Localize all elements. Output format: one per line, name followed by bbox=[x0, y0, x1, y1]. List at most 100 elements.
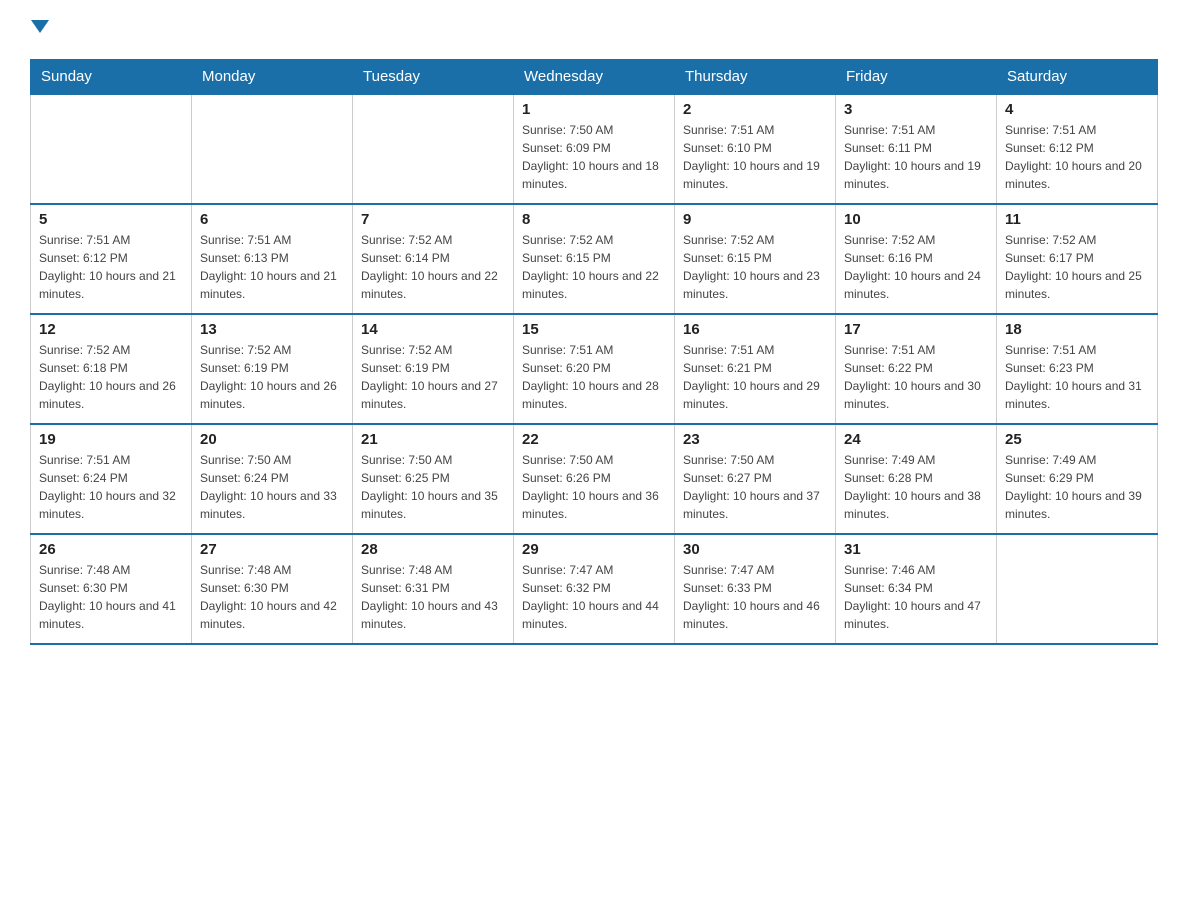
calendar-cell: 10 Sunrise: 7:52 AMSunset: 6:16 PMDayligh… bbox=[836, 204, 997, 314]
calendar-week-row: 12 Sunrise: 7:52 AMSunset: 6:18 PMDayligh… bbox=[31, 314, 1158, 424]
day-info: Sunrise: 7:51 AMSunset: 6:23 PMDaylight:… bbox=[1005, 341, 1149, 413]
day-info: Sunrise: 7:50 AMSunset: 6:09 PMDaylight:… bbox=[522, 121, 666, 193]
day-info: Sunrise: 7:48 AMSunset: 6:30 PMDaylight:… bbox=[39, 561, 183, 633]
day-number: 6 bbox=[200, 211, 344, 228]
day-info: Sunrise: 7:47 AMSunset: 6:33 PMDaylight:… bbox=[683, 561, 827, 633]
day-info: Sunrise: 7:51 AMSunset: 6:24 PMDaylight:… bbox=[39, 451, 183, 523]
column-header-sunday: Sunday bbox=[31, 60, 192, 95]
calendar-cell bbox=[31, 94, 192, 204]
day-number: 19 bbox=[39, 431, 183, 448]
day-number: 13 bbox=[200, 321, 344, 338]
calendar-cell: 16 Sunrise: 7:51 AMSunset: 6:21 PMDayligh… bbox=[675, 314, 836, 424]
calendar-cell: 4 Sunrise: 7:51 AMSunset: 6:12 PMDaylight… bbox=[997, 94, 1158, 204]
day-number: 9 bbox=[683, 211, 827, 228]
calendar-cell: 25 Sunrise: 7:49 AMSunset: 6:29 PMDayligh… bbox=[997, 424, 1158, 534]
calendar-cell: 21 Sunrise: 7:50 AMSunset: 6:25 PMDayligh… bbox=[353, 424, 514, 534]
day-number: 23 bbox=[683, 431, 827, 448]
day-number: 16 bbox=[683, 321, 827, 338]
calendar-cell: 27 Sunrise: 7:48 AMSunset: 6:30 PMDayligh… bbox=[192, 534, 353, 644]
calendar-cell: 1Sunrise: 7:50 AMSunset: 6:09 PMDaylight… bbox=[514, 94, 675, 204]
day-number: 29 bbox=[522, 541, 666, 558]
calendar-cell bbox=[192, 94, 353, 204]
column-header-tuesday: Tuesday bbox=[353, 60, 514, 95]
day-info: Sunrise: 7:51 AMSunset: 6:21 PMDaylight:… bbox=[683, 341, 827, 413]
column-header-wednesday: Wednesday bbox=[514, 60, 675, 95]
calendar-week-row: 26 Sunrise: 7:48 AMSunset: 6:30 PMDayligh… bbox=[31, 534, 1158, 644]
calendar-cell: 14 Sunrise: 7:52 AMSunset: 6:19 PMDayligh… bbox=[353, 314, 514, 424]
day-info: Sunrise: 7:49 AMSunset: 6:29 PMDaylight:… bbox=[1005, 451, 1149, 523]
day-info: Sunrise: 7:52 AMSunset: 6:18 PMDaylight:… bbox=[39, 341, 183, 413]
calendar-cell: 8 Sunrise: 7:52 AMSunset: 6:15 PMDaylight… bbox=[514, 204, 675, 314]
calendar-cell: 23Sunrise: 7:50 AMSunset: 6:27 PMDayligh… bbox=[675, 424, 836, 534]
day-number: 11 bbox=[1005, 211, 1149, 228]
day-info: Sunrise: 7:51 AMSunset: 6:12 PMDaylight:… bbox=[39, 231, 183, 303]
day-number: 21 bbox=[361, 431, 505, 448]
day-number: 3 bbox=[844, 101, 988, 118]
day-info: Sunrise: 7:50 AMSunset: 6:25 PMDaylight:… bbox=[361, 451, 505, 523]
column-header-thursday: Thursday bbox=[675, 60, 836, 95]
calendar-cell bbox=[353, 94, 514, 204]
calendar-cell: 11Sunrise: 7:52 AMSunset: 6:17 PMDayligh… bbox=[997, 204, 1158, 314]
calendar-header-row: SundayMondayTuesdayWednesdayThursdayFrid… bbox=[31, 60, 1158, 95]
calendar-cell: 26 Sunrise: 7:48 AMSunset: 6:30 PMDayligh… bbox=[31, 534, 192, 644]
calendar-cell: 7 Sunrise: 7:52 AMSunset: 6:14 PMDaylight… bbox=[353, 204, 514, 314]
day-info: Sunrise: 7:52 AMSunset: 6:14 PMDaylight:… bbox=[361, 231, 505, 303]
day-info: Sunrise: 7:50 AMSunset: 6:24 PMDaylight:… bbox=[200, 451, 344, 523]
day-info: Sunrise: 7:47 AMSunset: 6:32 PMDaylight:… bbox=[522, 561, 666, 633]
calendar-cell: 15 Sunrise: 7:51 AMSunset: 6:20 PMDayligh… bbox=[514, 314, 675, 424]
column-header-saturday: Saturday bbox=[997, 60, 1158, 95]
day-info: Sunrise: 7:48 AMSunset: 6:30 PMDaylight:… bbox=[200, 561, 344, 633]
calendar-week-row: 1Sunrise: 7:50 AMSunset: 6:09 PMDaylight… bbox=[31, 94, 1158, 204]
day-info: Sunrise: 7:49 AMSunset: 6:28 PMDaylight:… bbox=[844, 451, 988, 523]
logo-triangle-icon bbox=[31, 20, 49, 33]
calendar-cell: 17Sunrise: 7:51 AMSunset: 6:22 PMDayligh… bbox=[836, 314, 997, 424]
day-info: Sunrise: 7:51 AMSunset: 6:11 PMDaylight:… bbox=[844, 121, 988, 193]
calendar-cell: 20Sunrise: 7:50 AMSunset: 6:24 PMDayligh… bbox=[192, 424, 353, 534]
day-number: 7 bbox=[361, 211, 505, 228]
day-number: 2 bbox=[683, 101, 827, 118]
calendar-cell: 5 Sunrise: 7:51 AMSunset: 6:12 PMDaylight… bbox=[31, 204, 192, 314]
day-number: 26 bbox=[39, 541, 183, 558]
page-header bbox=[30, 20, 1158, 39]
column-header-friday: Friday bbox=[836, 60, 997, 95]
day-info: Sunrise: 7:50 AMSunset: 6:26 PMDaylight:… bbox=[522, 451, 666, 523]
calendar-cell: 12 Sunrise: 7:52 AMSunset: 6:18 PMDayligh… bbox=[31, 314, 192, 424]
day-info: Sunrise: 7:51 AMSunset: 6:12 PMDaylight:… bbox=[1005, 121, 1149, 193]
day-number: 17 bbox=[844, 321, 988, 338]
day-info: Sunrise: 7:52 AMSunset: 6:15 PMDaylight:… bbox=[683, 231, 827, 303]
day-info: Sunrise: 7:52 AMSunset: 6:16 PMDaylight:… bbox=[844, 231, 988, 303]
day-info: Sunrise: 7:51 AMSunset: 6:13 PMDaylight:… bbox=[200, 231, 344, 303]
day-info: Sunrise: 7:52 AMSunset: 6:19 PMDaylight:… bbox=[200, 341, 344, 413]
day-number: 12 bbox=[39, 321, 183, 338]
day-number: 30 bbox=[683, 541, 827, 558]
day-number: 28 bbox=[361, 541, 505, 558]
day-number: 18 bbox=[1005, 321, 1149, 338]
calendar-cell: 18 Sunrise: 7:51 AMSunset: 6:23 PMDayligh… bbox=[997, 314, 1158, 424]
day-info: Sunrise: 7:52 AMSunset: 6:19 PMDaylight:… bbox=[361, 341, 505, 413]
calendar-cell: 29 Sunrise: 7:47 AMSunset: 6:32 PMDayligh… bbox=[514, 534, 675, 644]
calendar-week-row: 19 Sunrise: 7:51 AMSunset: 6:24 PMDayligh… bbox=[31, 424, 1158, 534]
day-info: Sunrise: 7:48 AMSunset: 6:31 PMDaylight:… bbox=[361, 561, 505, 633]
day-number: 10 bbox=[844, 211, 988, 228]
day-number: 22 bbox=[522, 431, 666, 448]
calendar-cell: 13 Sunrise: 7:52 AMSunset: 6:19 PMDayligh… bbox=[192, 314, 353, 424]
day-number: 15 bbox=[522, 321, 666, 338]
calendar-cell: 19 Sunrise: 7:51 AMSunset: 6:24 PMDayligh… bbox=[31, 424, 192, 534]
day-number: 4 bbox=[1005, 101, 1149, 118]
day-number: 8 bbox=[522, 211, 666, 228]
day-info: Sunrise: 7:52 AMSunset: 6:15 PMDaylight:… bbox=[522, 231, 666, 303]
calendar-cell: 30 Sunrise: 7:47 AMSunset: 6:33 PMDayligh… bbox=[675, 534, 836, 644]
day-info: Sunrise: 7:51 AMSunset: 6:10 PMDaylight:… bbox=[683, 121, 827, 193]
day-number: 14 bbox=[361, 321, 505, 338]
calendar-cell: 22 Sunrise: 7:50 AMSunset: 6:26 PMDayligh… bbox=[514, 424, 675, 534]
day-number: 5 bbox=[39, 211, 183, 228]
calendar-cell: 2 Sunrise: 7:51 AMSunset: 6:10 PMDaylight… bbox=[675, 94, 836, 204]
day-number: 27 bbox=[200, 541, 344, 558]
calendar-week-row: 5 Sunrise: 7:51 AMSunset: 6:12 PMDaylight… bbox=[31, 204, 1158, 314]
logo bbox=[30, 20, 49, 39]
day-info: Sunrise: 7:46 AMSunset: 6:34 PMDaylight:… bbox=[844, 561, 988, 633]
calendar-cell: 9 Sunrise: 7:52 AMSunset: 6:15 PMDaylight… bbox=[675, 204, 836, 314]
day-number: 25 bbox=[1005, 431, 1149, 448]
day-number: 31 bbox=[844, 541, 988, 558]
day-info: Sunrise: 7:51 AMSunset: 6:20 PMDaylight:… bbox=[522, 341, 666, 413]
